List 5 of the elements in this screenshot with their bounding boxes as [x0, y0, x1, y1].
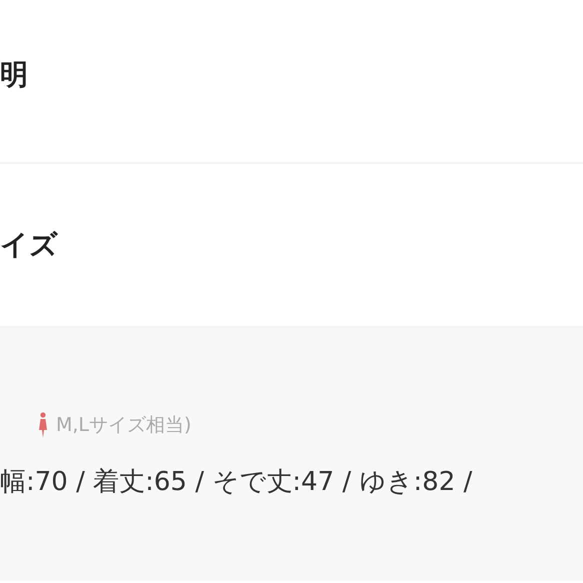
- person-icon: [38, 412, 48, 438]
- section-title: イズ: [0, 227, 58, 263]
- measurements-text: 幅:70 / 着丈:65 / そで丈:47 / ゆき:82 /: [0, 466, 474, 499]
- size-note: M,Lサイズ相当): [56, 413, 192, 438]
- section-title: 明: [0, 57, 28, 93]
